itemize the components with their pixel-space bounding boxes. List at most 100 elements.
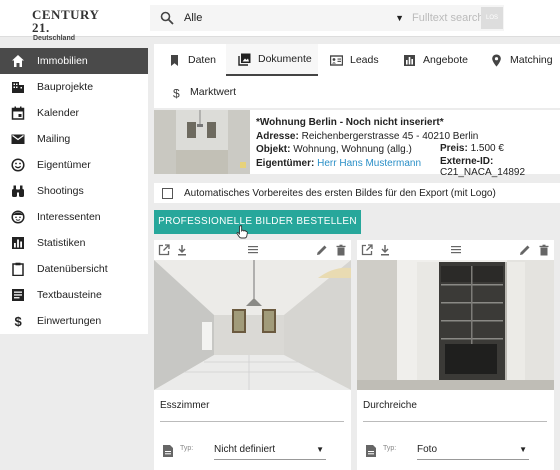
dollar-icon: $ [11,314,25,328]
sidebar-item-label: Immobilien [37,55,88,67]
calendar-icon [11,106,25,120]
caption-field[interactable]: Durchreiche [363,400,547,422]
sidebar-item-label: Interessenten [37,211,101,223]
tab-marktwert[interactable]: $ Marktwert [170,76,236,108]
tab-label: Matching [510,54,553,66]
tab-label: Daten [188,54,217,66]
tab-leads[interactable]: Leads [330,44,379,76]
address-label: Adresse: [256,130,299,142]
sidebar: Immobilien Bauprojekte Kalender Mailing … [0,48,148,334]
chevron-down-icon: ▼ [395,13,404,23]
tab-matching[interactable]: Matching [490,44,553,76]
download-icon[interactable] [379,244,391,256]
search-icon [160,11,174,25]
tab-label: Dokumente [258,53,312,65]
export-checkbox[interactable] [162,187,173,199]
tab-angebote[interactable]: Angebote [403,44,468,76]
svg-text:$: $ [173,86,180,99]
century21-logo[interactable]: CENTURY 21. Deutschland [32,8,114,43]
open-external-icon[interactable] [361,244,373,256]
bar-chart-icon [11,236,25,250]
logo-subtitle: Deutschland [33,35,76,42]
caption-text: Durchreiche [363,400,417,411]
type-select[interactable]: Nicht definiert ▼ [214,440,326,460]
drag-handle-icon[interactable] [450,244,462,256]
top-bar: CENTURY 21. Deutschland Alle ▼ LOS [0,0,560,42]
edit-icon[interactable] [316,244,328,256]
delete-icon[interactable] [538,244,550,256]
category-select[interactable]: Alle ▼ [184,5,404,31]
logo-wordmark: CENTURY 21. [32,7,99,35]
property-external-id: C21_NACA_14892 [440,167,526,178]
sidebar-item-mailing[interactable]: Mailing [0,126,148,152]
type-select-value: Foto [417,444,438,455]
type-select[interactable]: Foto ▼ [417,440,529,460]
sidebar-item-label: Datenübersicht [37,263,108,275]
sidebar-item-eigentuemer[interactable]: Eigentümer [0,152,148,178]
hand-cursor-icon [236,225,248,239]
sidebar-item-label: Eigentümer [37,159,91,171]
chevron-down-icon: ▼ [519,445,527,454]
sidebar-item-label: Bauprojekte [37,81,94,93]
sidebar-item-bauprojekte[interactable]: Bauprojekte [0,74,148,100]
tab-label: Marktwert [190,86,237,98]
property-thumbnail[interactable] [154,110,250,174]
photo-library-icon [238,53,251,66]
search-submit-button[interactable]: LOS [481,7,503,29]
sidebar-item-datenuebersicht[interactable]: Datenübersicht [0,256,148,282]
tab-dokumente[interactable]: Dokumente [226,44,318,76]
caption-text: Esszimmer [160,400,210,411]
open-external-icon[interactable] [158,244,170,256]
tab-daten[interactable]: Daten [168,44,216,76]
sidebar-item-immobilien[interactable]: Immobilien [0,48,148,74]
tab-bar: Daten Dokumente Leads Angebote Matching … [154,44,560,108]
sidebar-item-shootings[interactable]: Shootings [0,178,148,204]
tab-label: Angebote [423,54,468,66]
owner-link[interactable]: Herr Hans Mustermann [317,158,421,169]
binoculars-icon [11,184,25,198]
smiley-icon [11,158,25,172]
price-row: Preis: 1.500 € [440,143,504,154]
chart-box-icon [403,54,416,67]
sidebar-item-label: Mailing [37,133,71,145]
image-card: Durchreiche Typ: Foto ▼ [357,240,554,470]
building-icon [11,80,25,94]
image-card: Esszimmer Typ: Nicht definiert ▼ [154,240,351,470]
owner-label: Eigentümer: [256,157,315,169]
edit-icon[interactable] [519,244,531,256]
object-label: Objekt: [256,144,291,155]
download-icon[interactable] [176,244,188,256]
face-icon [11,210,25,224]
sidebar-item-einwertungen[interactable]: $ Einwertungen [0,308,148,334]
sidebar-item-textbausteine[interactable]: Textbausteine [0,282,148,308]
contact-card-icon [330,54,343,67]
card-toolbar [357,240,554,260]
sidebar-item-kalender[interactable]: Kalender [0,100,148,126]
sidebar-item-label: Shootings [37,185,84,197]
room-photo[interactable] [154,260,351,390]
sidebar-item-statistiken[interactable]: Statistiken [0,230,148,256]
type-select-value: Nicht definiert [214,444,276,455]
sidebar-item-label: Einwertungen [37,315,102,327]
external-id-label: Externe-ID: [440,156,494,167]
sidebar-item-label: Textbausteine [37,289,102,301]
home-icon [11,54,25,68]
room-photo[interactable] [357,260,554,390]
order-professional-photos-button[interactable]: PROFESSIONELLE BILDER BESTELLEN [154,210,361,234]
document-icon [162,444,174,458]
export-checkbox-label: Automatisches Vorbereites des ersten Bil… [184,187,496,199]
card-toolbar [154,240,351,260]
location-pin-icon [490,54,503,67]
sidebar-item-interessenten[interactable]: Interessenten [0,204,148,230]
mail-icon [11,132,25,146]
property-object: Wohnung, Wohnung (allg.) [293,144,412,155]
document-icon [365,444,377,458]
drag-handle-icon[interactable] [247,244,259,256]
delete-icon[interactable] [335,244,347,256]
caption-field[interactable]: Esszimmer [160,400,344,422]
property-address: Reichenbergerstrasse 45 - 40210 Berlin [301,130,479,142]
sidebar-item-label: Kalender [37,107,80,119]
chevron-down-icon: ▼ [316,445,324,454]
price-label: Preis: [440,143,468,154]
type-label: Typ: [383,445,397,452]
